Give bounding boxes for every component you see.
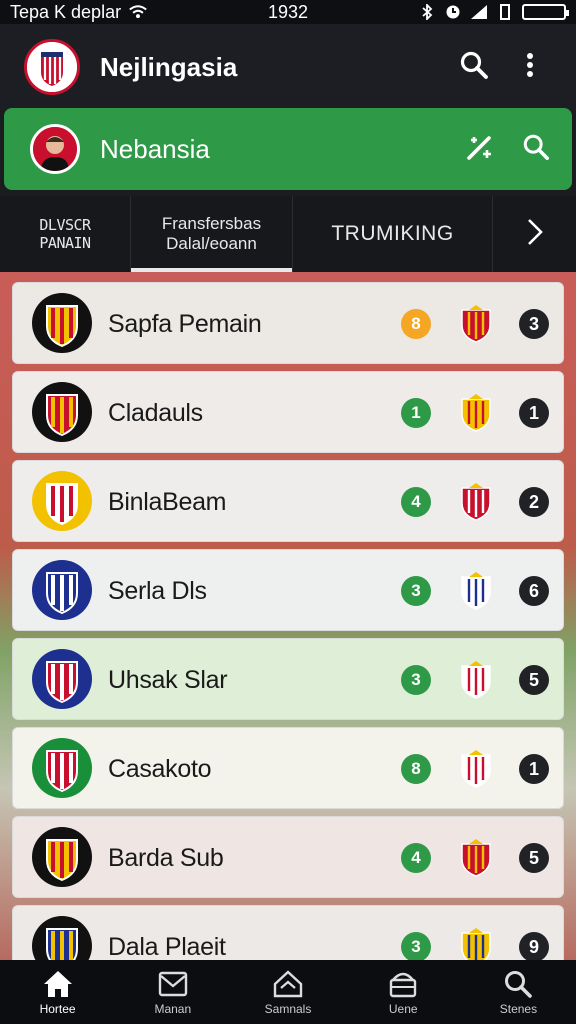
tab-players[interactable]: DLVSCR PANAIN [0,196,130,272]
avatar [30,124,80,174]
tab-label-line2: Dalal/eoann [166,234,257,253]
team-name: Cladauls [108,398,203,427]
nav-label: Samnals [264,1001,312,1016]
team-rank-badge: 2 [519,487,549,517]
home-icon [42,969,74,999]
team-row[interactable]: Dala Plaeit 3 9 [12,905,564,960]
team-name: Serla Dls [108,576,207,605]
wifi-icon [129,4,147,20]
featured-title: Nebansia [100,133,210,164]
opponent-crest-icon [459,572,493,610]
team-row[interactable]: Cladauls 1 1 [12,371,564,453]
team-name: BinlaBeam [108,487,227,516]
team-crest-icon [31,559,93,621]
tab-bar: DLVSCR PANAIN Fransfersbas Dalal/eoann TRU… [0,196,576,272]
nav-store[interactable]: Uene [346,960,461,1024]
app-bar: Nejlingasia [0,24,576,110]
search-icon [522,133,550,166]
store-icon [387,969,419,999]
team-name: Casakoto [108,754,212,783]
team-count-badge: 8 [401,309,431,339]
team-name: Uhsak Slar [108,665,228,694]
mail-icon [157,969,189,999]
team-crest-icon [31,737,93,799]
team-row[interactable]: Sapfa Pemain 8 3 [12,282,564,364]
team-rank-badge: 3 [519,309,549,339]
house-outline-icon [272,969,304,999]
team-crest-icon [31,826,93,888]
team-count-badge: 4 [401,843,431,873]
team-count-badge: 3 [401,576,431,606]
featured-search-button[interactable] [514,127,558,171]
team-row[interactable]: BinlaBeam 4 2 [12,460,564,542]
team-count-badge: 1 [401,398,431,428]
bluetooth-icon [418,4,436,20]
team-count-badge: 4 [401,487,431,517]
tab-trending[interactable]: TRUMIKING [292,196,492,272]
team-rank-badge: 5 [519,843,549,873]
battery-icon [522,4,569,20]
team-row[interactable]: Casakoto 8 1 [12,727,564,809]
team-rank-badge: 1 [519,398,549,428]
tab-label-line1: DLVSCR [39,216,91,234]
opponent-crest-icon [459,394,493,432]
more-vert-icon [526,52,534,83]
more-button[interactable] [508,45,552,89]
alarm-icon [444,4,462,20]
opponent-crest-icon [459,483,493,521]
app-title: Nejlingasia [100,51,238,82]
team-crest-icon [31,915,93,960]
nav-label: Hortee [39,1001,76,1016]
signal-icon [470,4,488,20]
featured-bar[interactable]: Nebansia [4,108,572,190]
nav-samnals[interactable]: Samnals [230,960,345,1024]
magic-wand-icon [465,132,495,167]
carrier-label: Tepa K deplar [10,1,122,22]
nav-label: Stenes [499,1001,538,1016]
opponent-crest-icon [459,305,493,343]
sim-icon [496,4,514,20]
opponent-crest-icon [459,750,493,788]
nav-home[interactable]: Hortee [0,960,115,1024]
opponent-crest-icon [459,661,493,699]
nav-mail[interactable]: Manan [115,960,230,1024]
team-row[interactable]: Barda Sub 4 5 [12,816,564,898]
team-rank-badge: 1 [519,754,549,784]
team-crest-icon [31,470,93,532]
search-icon [459,50,489,85]
search-button[interactable] [452,45,496,89]
team-count-badge: 3 [401,665,431,695]
tab-label: TRUMIKING [331,222,454,245]
team-row[interactable]: Serla Dls 3 6 [12,549,564,631]
tab-label-line1: Fransfersbas [161,214,262,233]
team-rank-badge: 6 [519,576,549,606]
team-name: Dala Plaeit [108,932,226,961]
team-name: Barda Sub [108,843,224,872]
team-rank-badge: 5 [519,665,549,695]
nav-search[interactable]: Stenes [461,960,576,1024]
team-count-badge: 8 [401,754,431,784]
team-crest-icon [31,292,93,354]
edit-button[interactable] [458,127,502,171]
status-bar: Tepa K deplar 1932 [0,0,576,24]
tab-label-line2: PANAIN [39,234,91,252]
bottom-nav: Hortee Manan Samnals Uene Stenes [0,960,576,1024]
team-count-badge: 3 [401,932,431,960]
chevron-right-icon [526,217,544,252]
team-crest-icon [31,648,93,710]
tab-transfers[interactable]: Fransfersbas Dalal/eoann [130,196,292,272]
team-crest-icon [31,381,93,443]
team-rank-badge: 9 [519,932,549,960]
team-list: Sapfa Pemain 8 3 Cladauls 1 1 BinlaBeam 4 2 Serla… [0,272,576,960]
team-name: Sapfa Pemain [108,309,262,338]
nav-label: Uene [388,1001,418,1016]
opponent-crest-icon [459,839,493,877]
nav-label: Manan [154,1001,192,1016]
tabs-next-button[interactable] [492,196,576,272]
club-logo[interactable] [24,39,80,95]
team-row[interactable]: Uhsak Slar 3 5 [12,638,564,720]
opponent-crest-icon [459,928,493,960]
search-icon [502,969,534,999]
